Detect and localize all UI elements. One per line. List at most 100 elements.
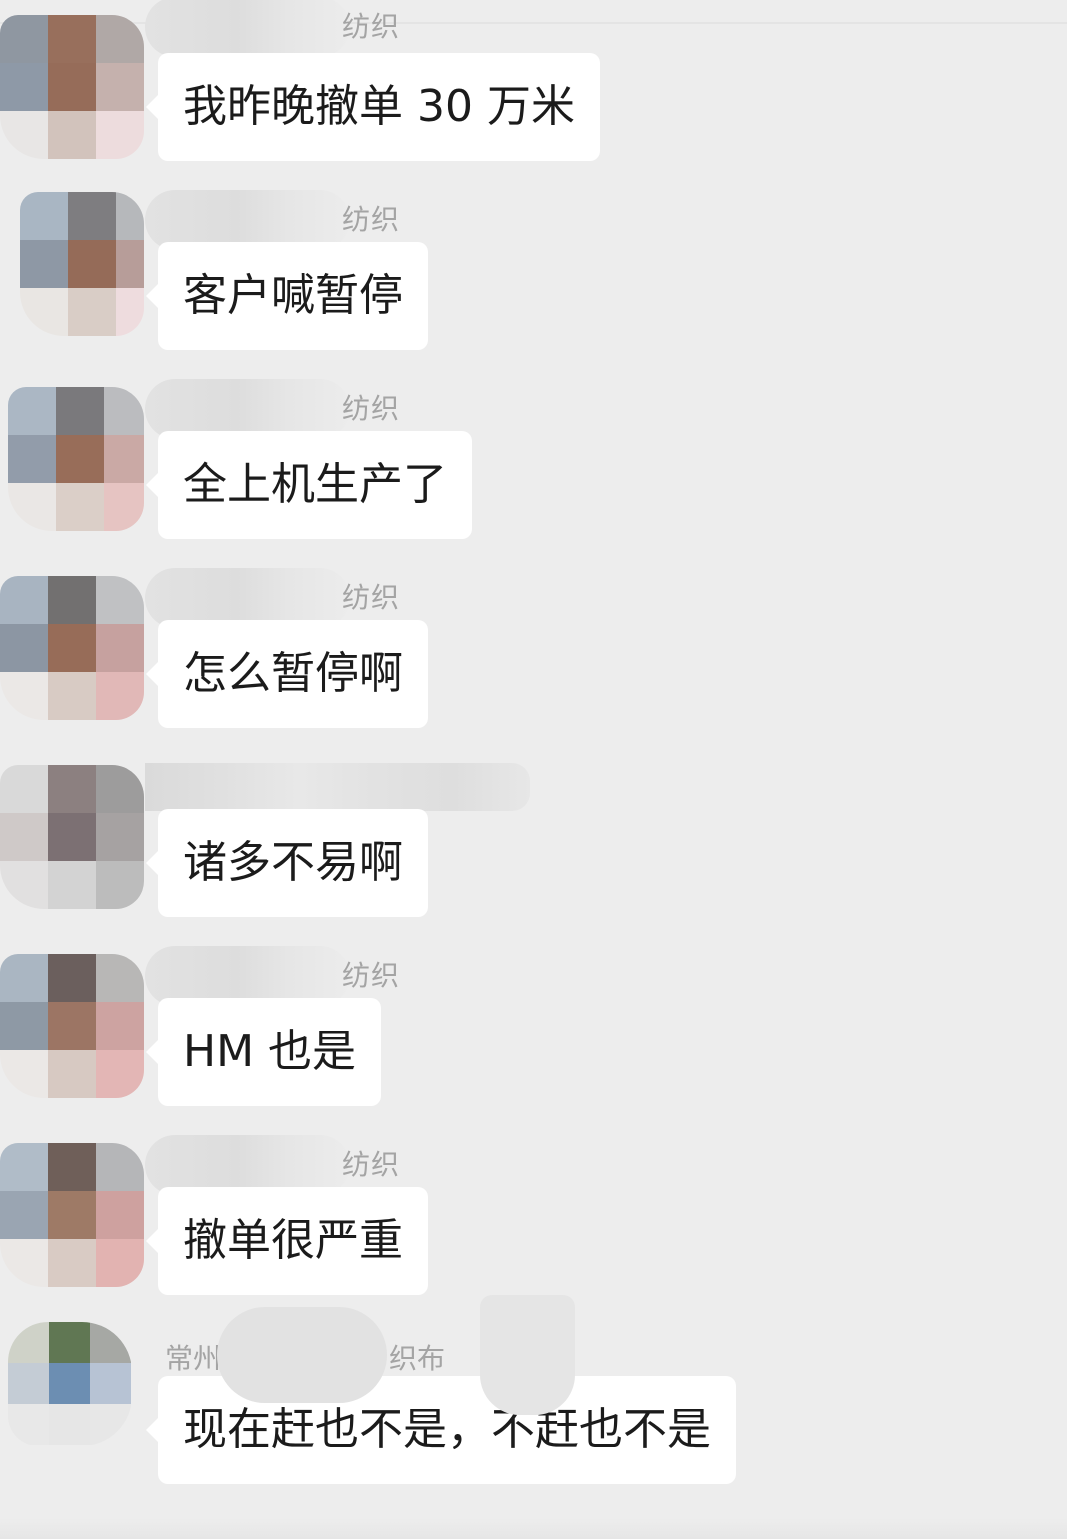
avatar-pixel xyxy=(96,1239,144,1287)
bottom-edge xyxy=(0,1518,1067,1539)
chat-message: 纺织 怎么暂停啊 xyxy=(0,566,1067,756)
avatar-pixel xyxy=(48,1143,96,1191)
avatar-pixel xyxy=(96,765,144,813)
avatar-pixel xyxy=(56,483,104,531)
avatar-pixel xyxy=(48,765,96,813)
avatar-pixel xyxy=(8,387,56,435)
avatar-pixel xyxy=(116,288,144,336)
avatar-pixel xyxy=(0,813,48,861)
avatar-pixel xyxy=(49,1322,90,1363)
redaction-blur xyxy=(480,1295,575,1415)
avatar-pixel xyxy=(48,1239,96,1287)
sender-name-suffix: 纺织 xyxy=(342,581,401,614)
avatar-pixel xyxy=(96,1191,144,1239)
avatar-pixel xyxy=(0,861,48,909)
sender-name-redaction xyxy=(145,568,350,628)
avatar-pixel xyxy=(48,576,96,624)
avatar-pixel xyxy=(48,1191,96,1239)
message-bubble[interactable]: 怎么暂停啊 xyxy=(146,620,428,728)
avatar-pixel xyxy=(68,288,116,336)
avatar-pixel xyxy=(49,1404,90,1445)
avatar[interactable] xyxy=(8,1322,132,1446)
avatar[interactable] xyxy=(0,765,144,909)
avatar[interactable] xyxy=(0,1143,144,1287)
avatar-pixel xyxy=(96,63,144,111)
avatar-pixel xyxy=(0,765,48,813)
chat-message: 纺织 客户喊暂停 xyxy=(0,188,1067,378)
avatar-pixel xyxy=(96,1143,144,1191)
avatar-pixel xyxy=(0,111,48,159)
avatar-pixel xyxy=(20,240,68,288)
avatar-pixel xyxy=(49,1363,90,1404)
avatar-pixel xyxy=(0,63,48,111)
avatar-pixel xyxy=(104,387,144,435)
sender-name-suffix: 纺织 xyxy=(342,1148,401,1181)
avatar-pixel xyxy=(68,240,116,288)
message-bubble[interactable]: 我昨晚撤单 30 万米 xyxy=(146,53,600,161)
avatar-pixel xyxy=(96,672,144,720)
sender-name-redaction xyxy=(145,190,350,250)
avatar-pixel xyxy=(20,192,68,240)
avatar[interactable] xyxy=(8,387,144,531)
avatar-pixel xyxy=(104,483,144,531)
message-bubble[interactable]: 撤单很严重 xyxy=(146,1187,428,1295)
chat-message: 纺织 全上机生产了 xyxy=(0,377,1067,567)
avatar-pixel xyxy=(96,1002,144,1050)
avatar[interactable] xyxy=(0,576,144,720)
avatar[interactable] xyxy=(0,15,144,159)
avatar-pixel xyxy=(0,672,48,720)
message-bubble[interactable]: 全上机生产了 xyxy=(146,431,472,539)
avatar-pixel xyxy=(0,1002,48,1050)
avatar-pixel xyxy=(48,63,96,111)
avatar-pixel xyxy=(116,240,144,288)
chat-list[interactable]: 纺织 我昨晚撤单 30 万米 纺织 客户喊暂停 纺织 全上机生产了 纺织 怎么暂… xyxy=(0,0,1067,1539)
message-bubble[interactable]: HM 也是 xyxy=(145,998,382,1106)
avatar-pixel xyxy=(48,15,96,63)
avatar-pixel xyxy=(48,111,96,159)
avatar-pixel xyxy=(104,435,144,483)
avatar-pixel xyxy=(48,672,96,720)
avatar-pixel xyxy=(56,387,104,435)
sender-name-redaction xyxy=(145,946,350,1006)
avatar-pixel xyxy=(0,1191,48,1239)
avatar-pixel xyxy=(96,576,144,624)
sender-name-redaction xyxy=(145,379,350,439)
sender-name-suffix: 纺织 xyxy=(342,10,401,43)
avatar-pixel xyxy=(96,111,144,159)
avatar-pixel xyxy=(48,861,96,909)
avatar-pixel xyxy=(48,1002,96,1050)
avatar-pixel xyxy=(8,1363,49,1404)
chat-message: 诸多不易啊 xyxy=(0,755,1067,945)
sender-name-redaction xyxy=(145,763,530,811)
avatar-pixel xyxy=(96,15,144,63)
message-bubble[interactable]: 客户喊暂停 xyxy=(146,242,428,350)
sender-name-redaction xyxy=(217,1307,387,1403)
avatar-pixel xyxy=(20,288,68,336)
avatar-pixel xyxy=(0,1050,48,1098)
avatar-pixel xyxy=(96,813,144,861)
avatar-pixel xyxy=(48,1050,96,1098)
avatar-pixel xyxy=(96,861,144,909)
chat-message: 纺织 HM 也是 xyxy=(0,944,1067,1134)
avatar-pixel xyxy=(90,1404,131,1445)
avatar-pixel xyxy=(90,1322,131,1363)
avatar-pixel xyxy=(68,192,116,240)
avatar-pixel xyxy=(0,15,48,63)
sender-name-suffix: 织布 xyxy=(389,1342,446,1375)
sender-name-redaction xyxy=(145,0,350,57)
avatar-pixel xyxy=(48,813,96,861)
avatar-pixel xyxy=(48,624,96,672)
message-bubble[interactable]: 诸多不易啊 xyxy=(146,809,428,917)
avatar[interactable] xyxy=(20,192,144,336)
sender-name-suffix: 纺织 xyxy=(342,203,401,236)
avatar-pixel xyxy=(96,1050,144,1098)
sender-name-prefix: 常州 xyxy=(165,1342,222,1375)
chat-message: 纺织 我昨晚撤单 30 万米 xyxy=(0,0,1067,185)
avatar[interactable] xyxy=(0,954,144,1098)
avatar-pixel xyxy=(0,954,48,1002)
avatar-pixel xyxy=(48,954,96,1002)
avatar-pixel xyxy=(90,1363,131,1404)
avatar-pixel xyxy=(0,1143,48,1191)
avatar-pixel xyxy=(56,435,104,483)
sender-name-suffix: 纺织 xyxy=(342,959,401,992)
